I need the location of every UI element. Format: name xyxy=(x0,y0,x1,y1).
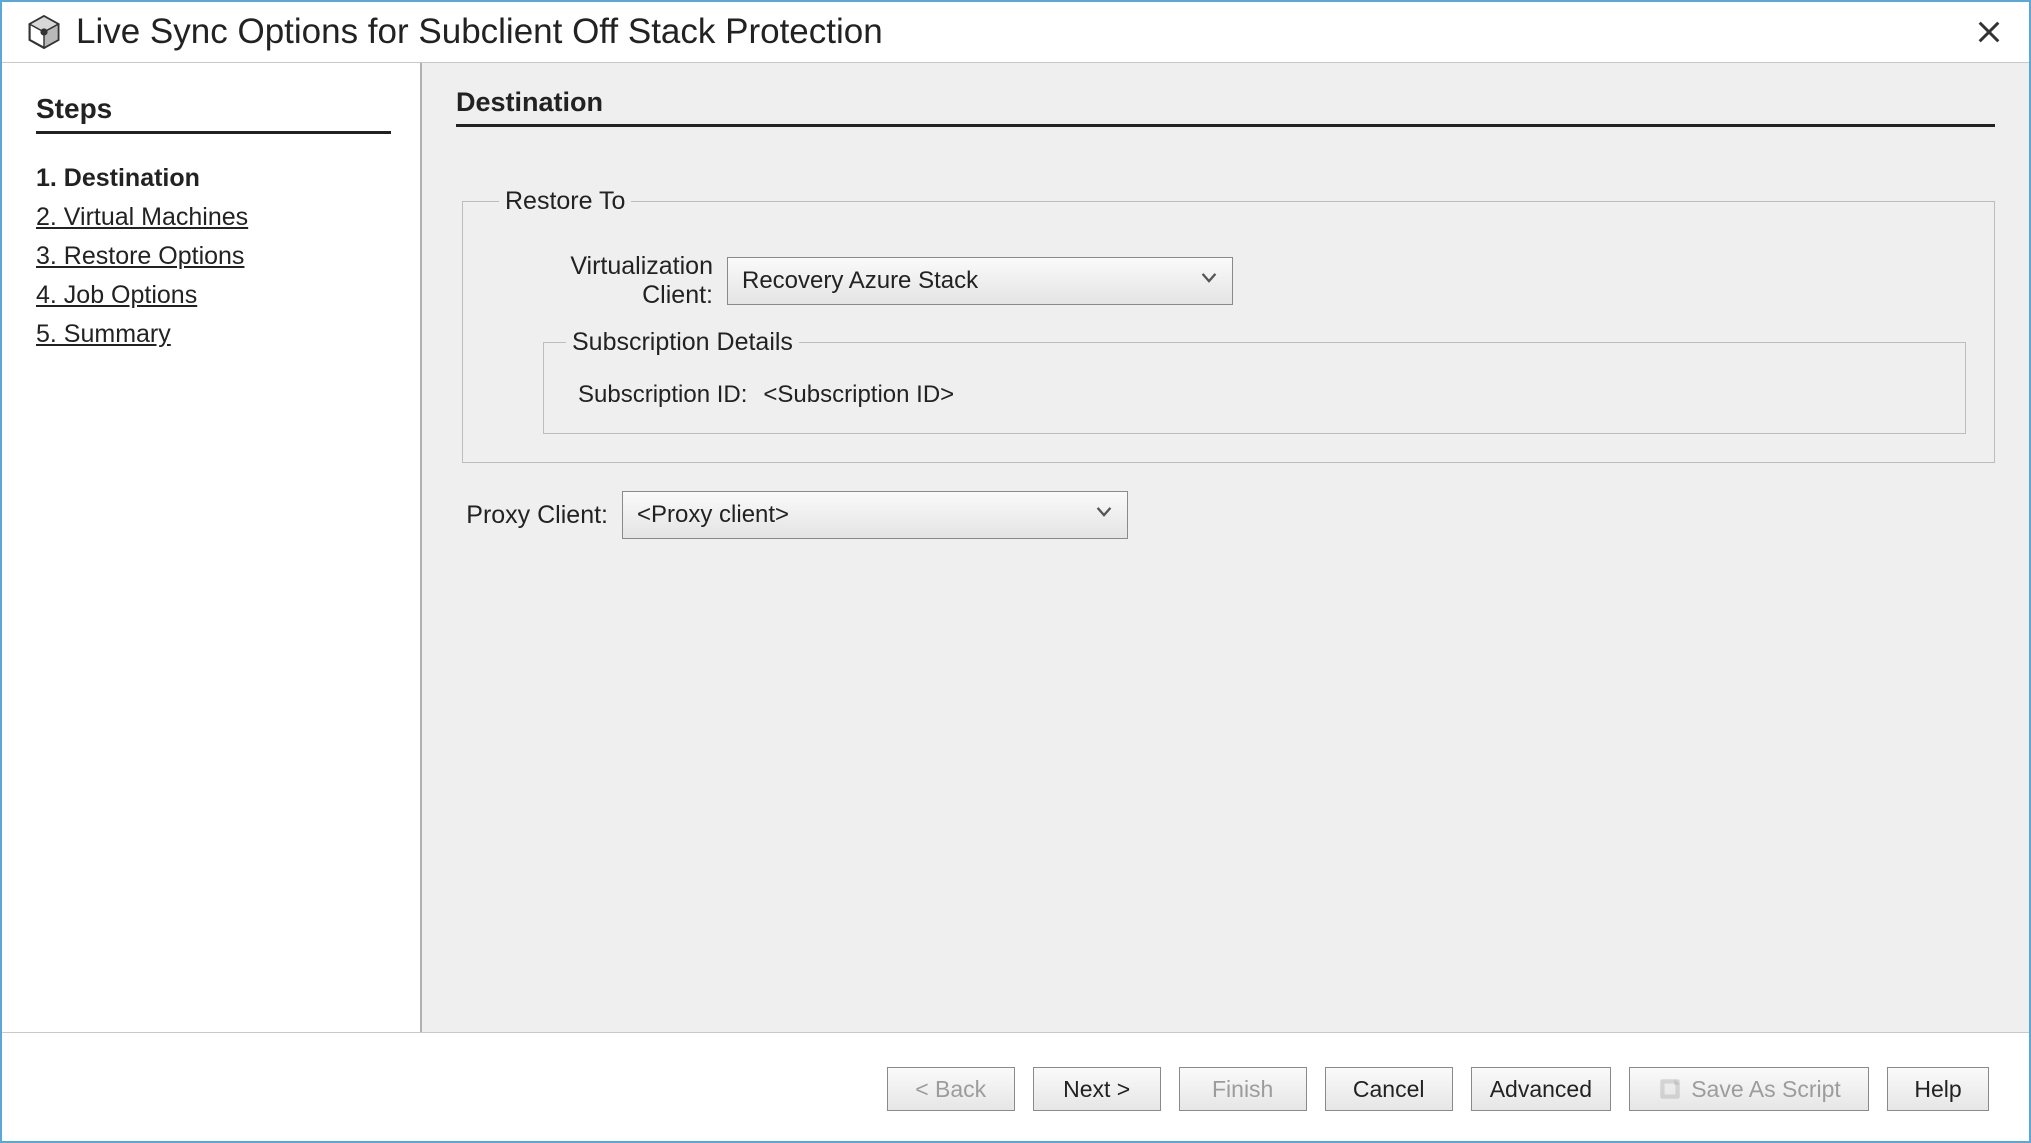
main-panel: Destination Restore To Virtualization Cl… xyxy=(422,63,2029,1032)
subscription-details-group: Subscription Details Subscription ID: <S… xyxy=(543,328,1966,434)
cancel-button[interactable]: Cancel xyxy=(1325,1067,1453,1111)
chevron-down-icon xyxy=(1198,267,1220,296)
content-area: Restore To Virtualization Client: Recove… xyxy=(422,127,2029,1032)
save-as-script-label: Save As Script xyxy=(1691,1076,1841,1103)
subscription-id-label: Subscription ID: xyxy=(578,381,763,409)
app-icon xyxy=(26,14,62,50)
virtualization-client-row: Virtualization Client: Recovery Azure St… xyxy=(511,252,1966,310)
proxy-client-select[interactable]: <Proxy client> xyxy=(622,491,1128,539)
step-virtual-machines[interactable]: 2. Virtual Machines xyxy=(36,203,386,232)
next-button[interactable]: Next > xyxy=(1033,1067,1161,1111)
sidebar-heading: Steps xyxy=(36,93,391,134)
step-job-options[interactable]: 4. Job Options xyxy=(36,281,386,310)
virtualization-client-label: Virtualization Client: xyxy=(511,252,727,310)
close-button[interactable] xyxy=(1969,12,2009,52)
proxy-client-row: Proxy Client: <Proxy client> xyxy=(462,491,1995,539)
titlebar: Live Sync Options for Subclient Off Stac… xyxy=(2,2,2029,62)
proxy-client-label: Proxy Client: xyxy=(462,501,622,530)
steps-sidebar: Steps 1. Destination 2. Virtual Machines… xyxy=(2,63,422,1032)
main-heading: Destination xyxy=(456,87,1995,127)
step-restore-options[interactable]: 3. Restore Options xyxy=(36,242,386,271)
step-summary[interactable]: 5. Summary xyxy=(36,320,386,349)
help-button[interactable]: Help xyxy=(1887,1067,1989,1111)
window-title: Live Sync Options for Subclient Off Stac… xyxy=(76,12,1969,52)
back-button: < Back xyxy=(887,1067,1015,1111)
script-icon xyxy=(1657,1076,1683,1102)
restore-to-group: Restore To Virtualization Client: Recove… xyxy=(462,187,1995,463)
subscription-details-legend: Subscription Details xyxy=(566,328,799,357)
subscription-id-value: <Subscription ID> xyxy=(763,381,954,409)
virtualization-client-value: Recovery Azure Stack xyxy=(742,267,978,295)
main-header-wrap: Destination xyxy=(456,63,1995,127)
step-destination[interactable]: 1. Destination xyxy=(36,164,386,193)
chevron-down-icon xyxy=(1093,501,1115,530)
footer-buttons: < Back Next > Finish Cancel Advanced Sav… xyxy=(2,1032,2029,1141)
restore-to-legend: Restore To xyxy=(499,187,631,216)
save-as-script-button: Save As Script xyxy=(1629,1067,1869,1111)
subscription-id-row: Subscription ID: <Subscription ID> xyxy=(578,381,1937,409)
finish-button: Finish xyxy=(1179,1067,1307,1111)
body-area: Steps 1. Destination 2. Virtual Machines… xyxy=(2,62,2029,1032)
virtualization-client-select[interactable]: Recovery Azure Stack xyxy=(727,257,1233,305)
dialog-window: Live Sync Options for Subclient Off Stac… xyxy=(0,0,2031,1143)
proxy-client-value: <Proxy client> xyxy=(637,501,789,529)
advanced-button[interactable]: Advanced xyxy=(1471,1067,1611,1111)
